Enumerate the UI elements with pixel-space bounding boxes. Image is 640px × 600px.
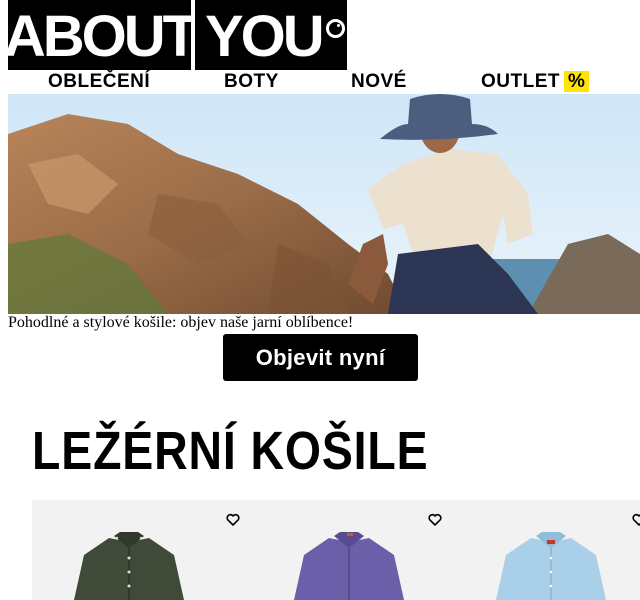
product-carousel [32,500,640,600]
product-image [74,532,184,600]
product-card[interactable] [436,500,640,600]
nav-item-outlet[interactable]: OUTLET% [481,70,590,94]
main-nav: OBLEČENÍ BOTY NOVÉ OUTLET% [0,70,640,94]
product-card[interactable] [234,500,442,600]
logo-ring-icon [325,19,345,38]
hero-banner[interactable] [8,94,640,314]
logo-about-text: ABOUT [3,4,198,69]
hero-caption: Pohodlné a stylové košile: objev naše ja… [8,314,354,331]
heart-outline-icon[interactable] [632,513,640,527]
product-image [294,532,404,600]
nav-item-label: NOVÉ [351,71,407,92]
nav-item-obleceni[interactable]: OBLEČENÍ [48,70,150,94]
discover-now-button[interactable]: Objevit nyní [223,334,418,381]
logo-about-block: ABOUT [4,0,198,70]
logo-you-block: YOU [195,0,347,70]
nav-item-label: BOTY [224,71,279,92]
brand-logo[interactable]: ABOUT YOU [4,0,347,70]
logo-you-text: YOU [205,4,325,69]
outlet-percent-badge: % [564,71,590,92]
hero-image [8,94,640,314]
nav-item-label: OUTLET [481,71,560,92]
section-title: LEŽÉRNÍ KOŠILE [32,421,429,481]
nav-item-boty[interactable]: BOTY [224,70,279,94]
nav-item-nove[interactable]: NOVÉ [351,70,407,94]
product-image [496,532,606,600]
nav-item-label: OBLEČENÍ [48,71,151,92]
discover-now-label: Objevit nyní [255,344,386,370]
product-card[interactable] [32,500,240,600]
